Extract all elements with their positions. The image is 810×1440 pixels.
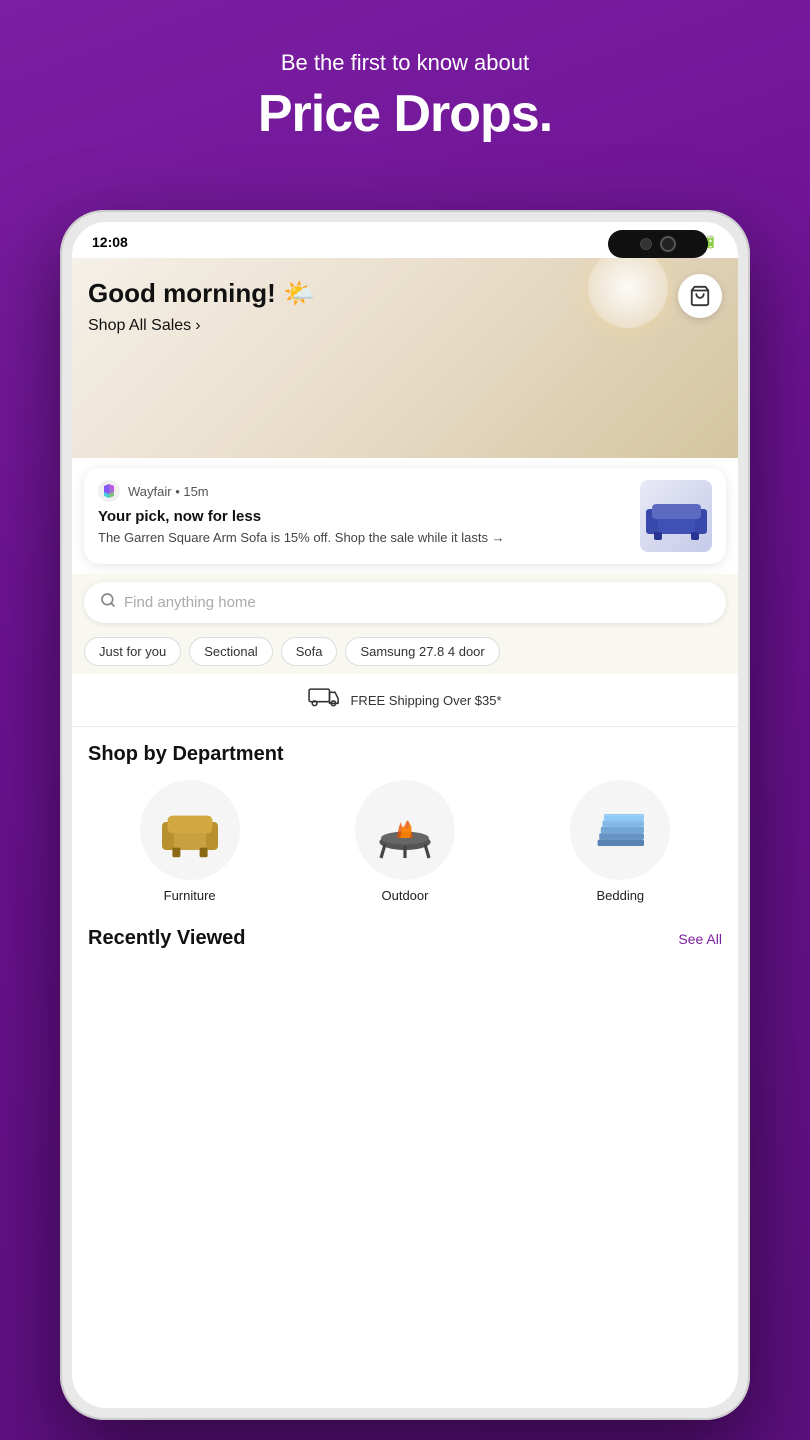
promo-header: Be the first to know about Price Drops. <box>0 50 810 144</box>
dept-furniture-label: Furniture <box>164 888 216 903</box>
chip-sectional[interactable]: Sectional <box>189 637 272 666</box>
volume-button <box>60 290 61 320</box>
truck-svg <box>308 686 340 708</box>
department-section: Shop by Department F <box>72 727 738 911</box>
hero-content: Good morning! 🌤️ Shop All Sales › <box>88 278 315 335</box>
shipping-banner: FREE Shipping Over $35* <box>72 674 738 727</box>
dept-outdoor[interactable]: Outdoor <box>303 780 506 903</box>
truck-icon <box>308 686 340 714</box>
notification-content: Wayfair • 15m Your pick, now for less Th… <box>98 480 628 547</box>
lamp-shade <box>588 258 668 328</box>
promo-subtitle: Be the first to know about <box>0 50 810 76</box>
bedding-svg <box>580 795 660 865</box>
notification-body: The Garren Square Arm Sofa is 15% off. S… <box>98 529 628 547</box>
notification-header: Wayfair • 15m <box>98 480 628 502</box>
notification-title: Your pick, now for less <box>98 508 628 525</box>
camera-lens <box>660 236 676 252</box>
cart-icon <box>689 285 711 307</box>
filter-chips: Just for you Sectional Sofa Samsung 27.8… <box>72 629 738 674</box>
dept-bedding[interactable]: Bedding <box>519 780 722 903</box>
dept-outdoor-label: Outdoor <box>382 888 429 903</box>
sofa-svg <box>644 489 709 544</box>
hero-greeting: Good morning! 🌤️ <box>88 278 315 309</box>
search-placeholder: Find anything home <box>124 594 256 611</box>
search-icon <box>100 592 116 613</box>
dept-outdoor-circle <box>355 780 455 880</box>
promo-title: Price Drops. <box>0 84 810 144</box>
recently-viewed-title: Recently Viewed <box>88 927 245 950</box>
hero-section: Good morning! 🌤️ Shop All Sales › <box>72 258 738 458</box>
phone-screen: 12:08 🔔 📶 🔋 Good morning! 🌤️ Shop All Sa… <box>72 222 738 1408</box>
dept-bedding-label: Bedding <box>596 888 644 903</box>
notification-card[interactable]: Wayfair • 15m Your pick, now for less Th… <box>84 468 726 564</box>
chip-just-for-you[interactable]: Just for you <box>84 637 181 666</box>
notification-source: Wayfair • 15m <box>128 484 209 499</box>
search-area: Find anything home <box>72 574 738 629</box>
camera-notch <box>608 230 708 258</box>
shipping-text: FREE Shipping Over $35* <box>350 693 501 708</box>
search-bar[interactable]: Find anything home <box>84 582 726 623</box>
department-title: Shop by Department <box>88 743 722 766</box>
department-row: Furniture <box>88 780 722 903</box>
furniture-svg <box>150 795 230 865</box>
dept-furniture[interactable]: Furniture <box>88 780 291 903</box>
outdoor-svg <box>365 795 445 865</box>
recently-viewed-header: Recently Viewed See All <box>72 911 738 958</box>
wayfair-logo-svg <box>98 480 120 502</box>
wayfair-logo <box>98 480 120 502</box>
dept-furniture-circle <box>140 780 240 880</box>
shop-link-text: Shop All Sales <box>88 317 191 335</box>
shop-all-sales-link[interactable]: Shop All Sales › <box>88 317 315 335</box>
chip-samsung[interactable]: Samsung 27.8 4 door <box>345 637 499 666</box>
notification-product-image <box>640 480 712 552</box>
cart-button[interactable] <box>678 274 722 318</box>
chip-sofa[interactable]: Sofa <box>281 637 338 666</box>
phone-frame: 12:08 🔔 📶 🔋 Good morning! 🌤️ Shop All Sa… <box>60 210 750 1420</box>
status-time: 12:08 <box>92 234 128 250</box>
see-all-button[interactable]: See All <box>678 931 722 947</box>
lamp-decoration <box>588 258 678 358</box>
shop-link-arrow: › <box>195 317 200 335</box>
dept-bedding-circle <box>570 780 670 880</box>
camera-sensor <box>640 238 652 250</box>
power-button <box>749 310 750 360</box>
